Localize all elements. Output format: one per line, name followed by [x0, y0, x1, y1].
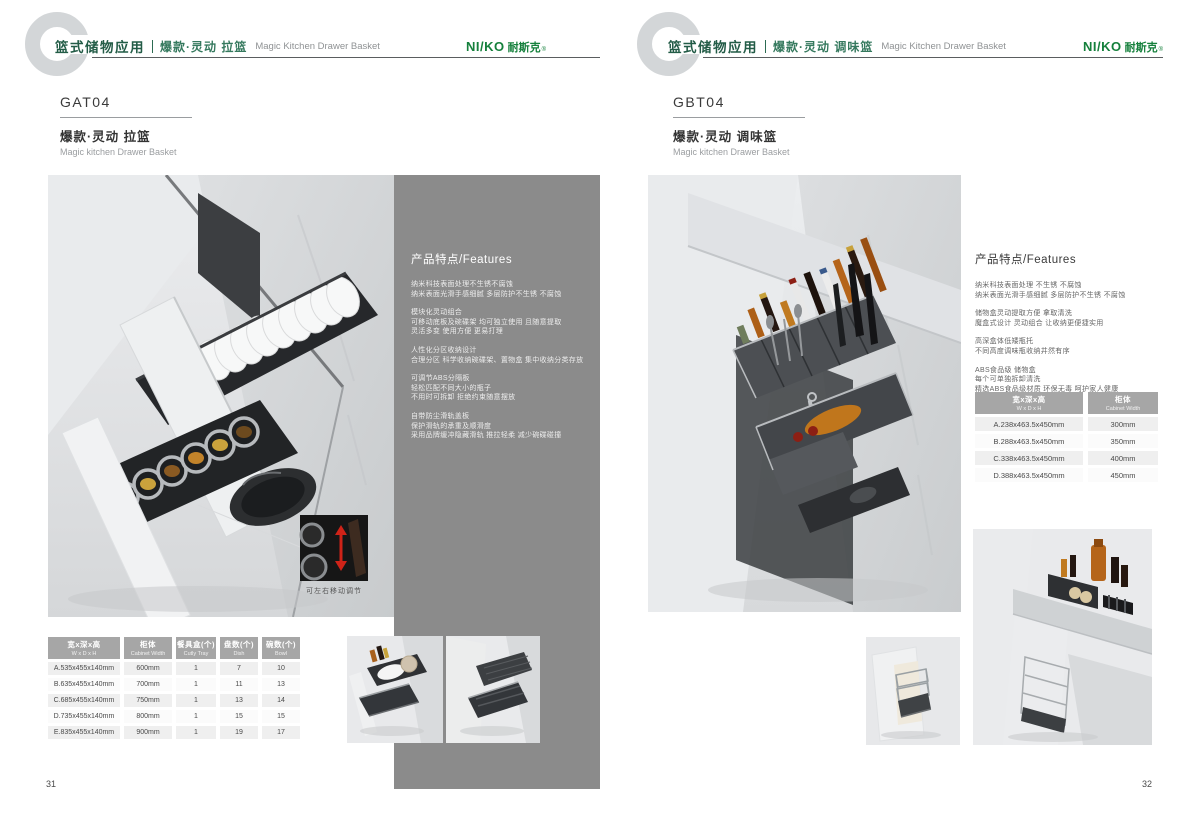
table-cell: E.835x455x140mm	[48, 726, 120, 739]
table-cell: 19	[220, 726, 258, 739]
table-cell: 600mm	[124, 662, 172, 675]
product-name-cn: 爆款·灵动 调味篮	[673, 126, 805, 145]
feature-group: 储物盒灵动提取方便 拿取清洗 魔盒式设计 灵动组合 让收纳更便捷实用	[975, 309, 1175, 328]
header-subtitle-en: Magic Kitchen Drawer Basket	[881, 41, 1006, 52]
drawer-basket-photo	[48, 175, 394, 617]
table-cell: C.338x463.5x450mm	[975, 451, 1083, 465]
spec-table-right: 宽x深x高W x D x H 柜体Cabinet Width A.238x463…	[975, 392, 1158, 482]
table-cell: C.685x455x140mm	[48, 694, 120, 707]
header-divider	[152, 40, 153, 53]
table-cell: D.735x455x140mm	[48, 710, 120, 723]
product-name-cn: 爆款·灵动 拉篮	[60, 126, 192, 145]
page-number-right: 32	[1130, 779, 1152, 789]
product-code-rule	[60, 117, 192, 118]
product-photo-main-right	[648, 175, 961, 612]
feature-group: ABS食品级 储物盒 每个可单独拆卸清洗 精选ABS食品级材质 环保无毒 呵护家…	[975, 366, 1175, 395]
header-rule	[92, 57, 600, 58]
table-cell: 7	[220, 662, 258, 675]
page-number-left: 31	[46, 779, 56, 789]
table-header: 宽x深x高W x D x H	[975, 392, 1083, 414]
table-header: 柜体Cabinet Width	[1088, 392, 1158, 414]
page-header-left: 篮式储物应用 爆款·灵动 拉篮 Magic Kitchen Drawer Bas…	[55, 36, 380, 56]
table-cell: A.238x463.5x450mm	[975, 417, 1083, 431]
table-cell: 13	[262, 678, 300, 691]
table-cell: D.388x463.5x450mm	[975, 468, 1083, 482]
product-photo-main-left: 可左右移动调节	[48, 175, 394, 617]
table-cell: 10	[262, 662, 300, 675]
product-title-block-left: GAT04 爆款·灵动 拉篮 Magic kitchen Drawer Bask…	[60, 94, 192, 157]
table-cell: B.288x463.5x450mm	[975, 434, 1083, 448]
table-cell: 11	[220, 678, 258, 691]
brand-logo-cn: 耐斯克	[1125, 39, 1158, 55]
table-cell: 15	[262, 710, 300, 723]
table-cell: 800mm	[124, 710, 172, 723]
product-code-rule	[673, 117, 805, 118]
table-cell: 700mm	[124, 678, 172, 691]
table-cell: A.535x455x140mm	[48, 662, 120, 675]
table-header: 碗数(个)Bowl	[262, 637, 300, 659]
feature-group: 人性化分区收纳设计 合理分区 科学收纳碗碟架、置物盒 集中收纳分类存放	[411, 346, 591, 365]
table-cell: 15	[220, 710, 258, 723]
product-photo-small-3	[866, 637, 960, 745]
header-subtitle-en: Magic Kitchen Drawer Basket	[255, 41, 380, 52]
table-cell: 750mm	[124, 694, 172, 707]
table-cell: 900mm	[124, 726, 172, 739]
features-body: 纳米科技表面处理 不生锈 不腐蚀 纳米表面光滑手感细腻 多层防护不生锈 不腐蚀 …	[975, 281, 1175, 394]
table-cell: 400mm	[1088, 451, 1158, 465]
table-cell: 1	[176, 662, 216, 675]
table-cell: 14	[262, 694, 300, 707]
table-cell: 13	[220, 694, 258, 707]
product-name-en: Magic kitchen Drawer Basket	[60, 147, 192, 157]
table-cell: 1	[176, 726, 216, 739]
product-name-en: Magic kitchen Drawer Basket	[673, 147, 805, 157]
features-panel-right: 产品特点/Features 纳米科技表面处理 不生锈 不腐蚀 纳米表面光滑手感细…	[975, 251, 1175, 403]
registered-mark: ®	[542, 47, 546, 53]
product-code: GAT04	[60, 94, 192, 110]
brand-logo-wordmark: NI/KO	[466, 39, 505, 54]
table-header: 柜体Cabinet Width	[124, 637, 172, 659]
page-header-right: 篮式储物应用 爆款·灵动 调味篮 Magic Kitchen Drawer Ba…	[668, 36, 1006, 56]
features-title: 产品特点/Features	[975, 251, 1175, 267]
table-cell: 300mm	[1088, 417, 1158, 431]
features-title: 产品特点/Features	[411, 251, 600, 267]
table-cell: B.635x455x140mm	[48, 678, 120, 691]
header-subtitle-cn: 爆款·灵动 拉篮	[160, 38, 247, 55]
product-photo-small-1	[347, 636, 443, 743]
adjust-inset	[300, 515, 368, 581]
feature-group: 高深盒体低矮瓶托 不同高度调味瓶收纳井然有序	[975, 337, 1175, 356]
table-cell: 1	[176, 694, 216, 707]
spec-table-left: 宽x深x高W x D x H 柜体Cabinet Width 餐具盒(个)Cut…	[48, 637, 300, 739]
feature-group: 纳米科技表面处理 不生锈 不腐蚀 纳米表面光滑手感细腻 多层防护不生锈 不腐蚀	[975, 281, 1175, 300]
table-cell: 450mm	[1088, 468, 1158, 482]
feature-group: 自带防尘滑轨盖板 保护滑轨的承重及顺滑度 采用品牌缓冲隐藏滑轨 推拉轻柔 减少碗…	[411, 412, 591, 441]
features-body: 纳米科技表面处理不生锈不腐蚀 纳米表面光滑手感细腻 多层防护不生锈 不腐蚀 模块…	[411, 280, 591, 441]
feature-group: 模块化灵动组合 可移动底板及碗碟架 均可独立使用 且随意提取 灵活多变 使用方便…	[411, 308, 591, 337]
brand-logo: NI/KO 耐斯克 ®	[436, 39, 546, 55]
table-cell: 1	[176, 710, 216, 723]
photo-callout-caption: 可左右移动调节	[300, 586, 368, 596]
product-code: GBT04	[673, 94, 805, 110]
table-header: 宽x深x高W x D x H	[48, 637, 120, 659]
feature-group: 可调节ABS分隔板 轻松匹配不同大小的瓶子 不用时可拆卸 拒绝约束随意摆放	[411, 374, 591, 403]
category-title: 篮式储物应用	[55, 36, 145, 56]
spice-basket-photo	[648, 175, 961, 612]
table-cell: 17	[262, 726, 300, 739]
table-header: 盘数(个)Dish	[220, 637, 258, 659]
catalog-spread: 篮式储物应用 爆款·灵动 拉篮 Magic Kitchen Drawer Bas…	[0, 0, 1200, 820]
table-header: 餐具盒(个)Cutly Tray	[176, 637, 216, 659]
product-title-block-right: GBT04 爆款·灵动 调味篮 Magic kitchen Drawer Bas…	[673, 94, 805, 157]
brand-logo-cn: 耐斯克	[508, 39, 541, 55]
header-rule	[703, 57, 1163, 58]
table-cell: 1	[176, 678, 216, 691]
category-title: 篮式储物应用	[668, 36, 758, 56]
product-photo-small-2	[446, 636, 540, 743]
registered-mark: ®	[1159, 47, 1163, 53]
feature-group: 纳米科技表面处理不生锈不腐蚀 纳米表面光滑手感细腻 多层防护不生锈 不腐蚀	[411, 280, 591, 299]
brand-logo-wordmark: NI/KO	[1083, 39, 1122, 54]
header-divider	[765, 40, 766, 53]
brand-logo: NI/KO 耐斯克 ®	[1053, 39, 1163, 55]
header-subtitle-cn: 爆款·灵动 调味篮	[773, 38, 873, 55]
table-cell: 350mm	[1088, 434, 1158, 448]
product-photo-small-4	[973, 529, 1152, 745]
